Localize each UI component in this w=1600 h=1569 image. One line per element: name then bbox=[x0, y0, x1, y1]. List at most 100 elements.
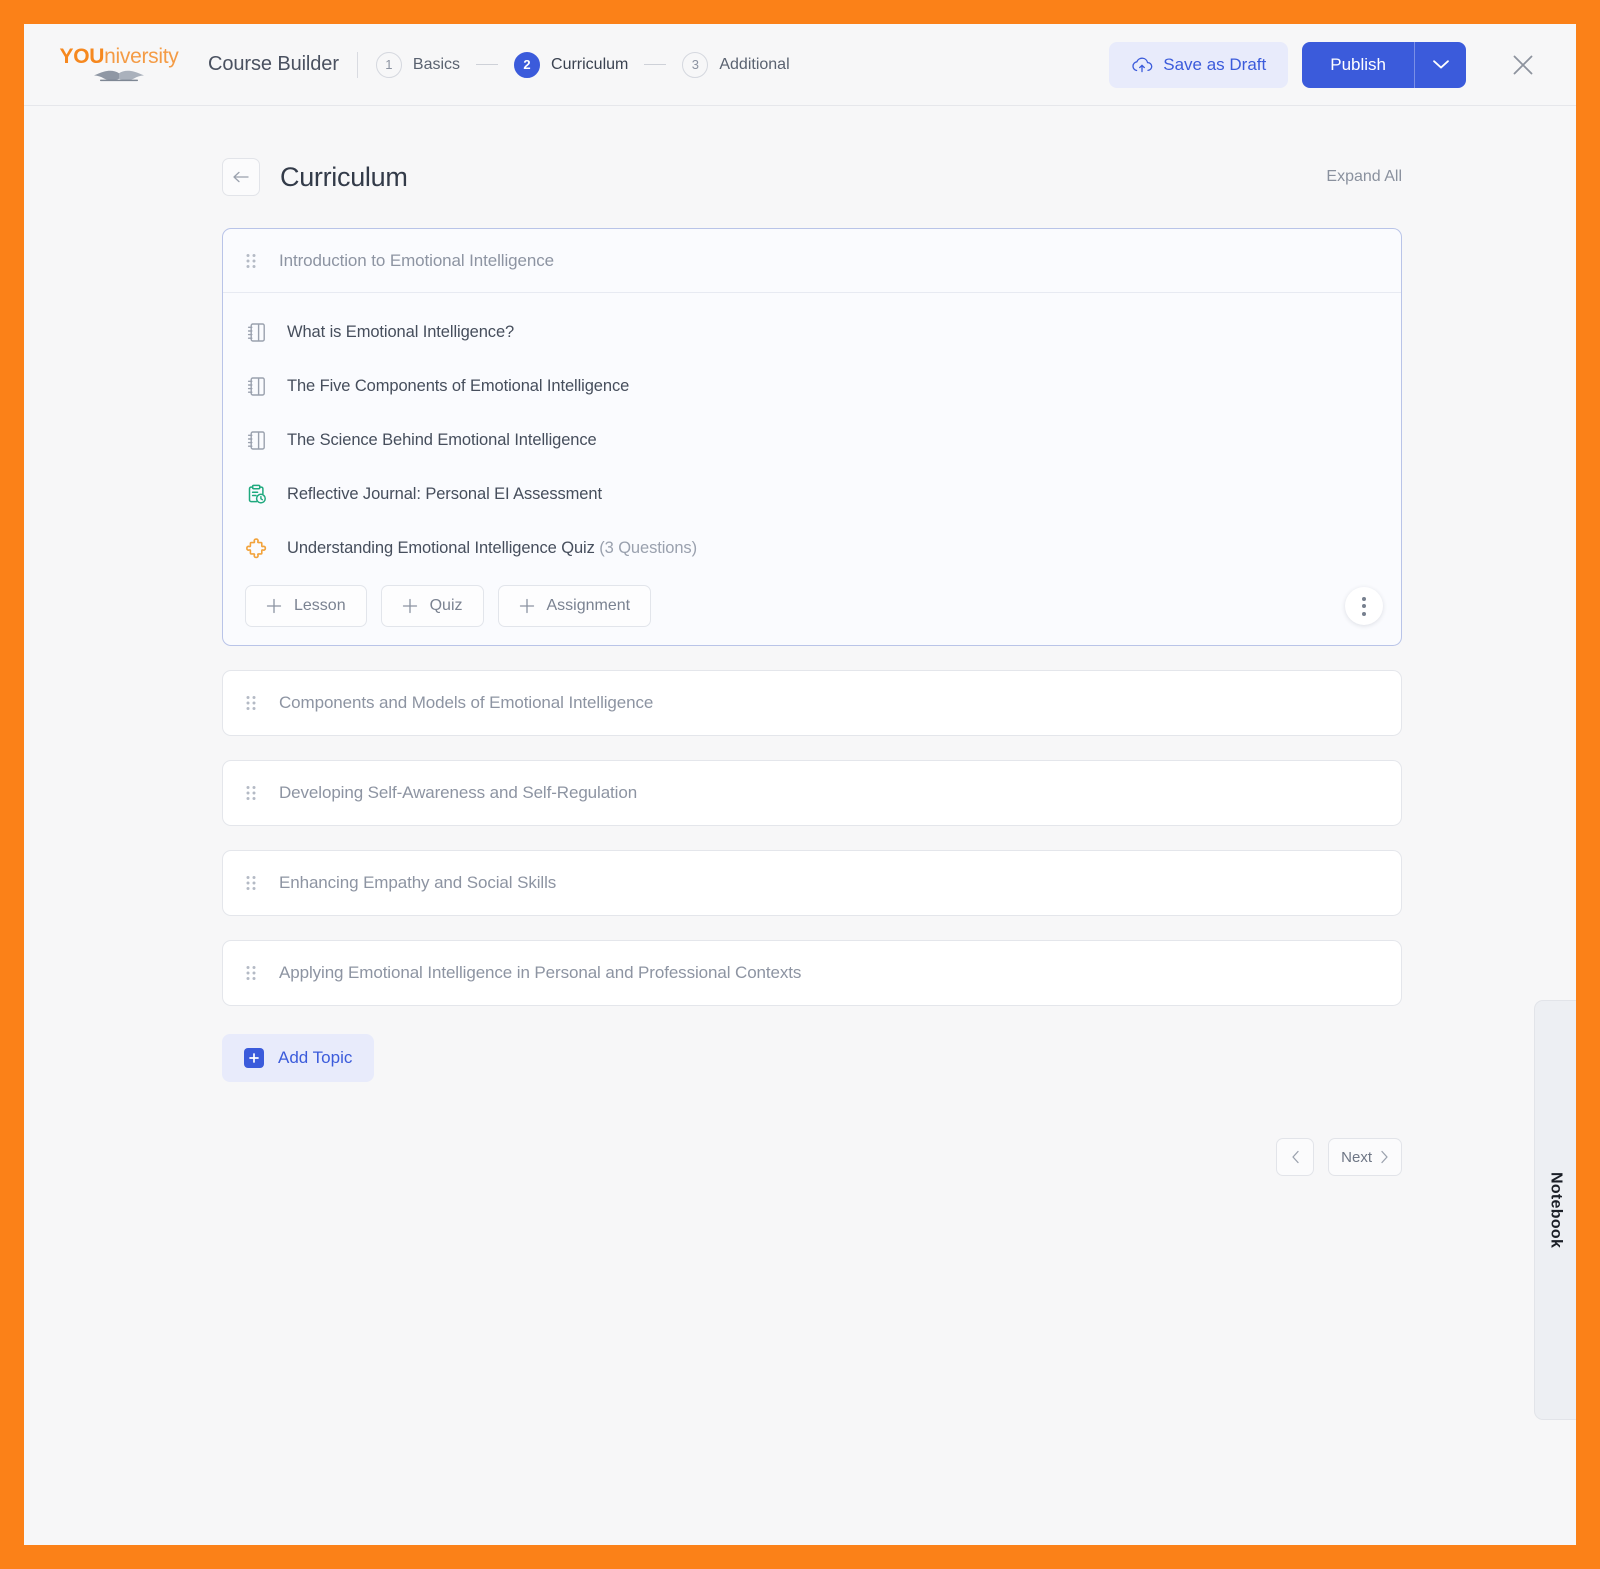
more-vertical-icon bbox=[1362, 596, 1366, 601]
chevron-down-icon bbox=[1432, 60, 1449, 69]
plus-icon bbox=[266, 598, 282, 614]
publish-dropdown-button[interactable] bbox=[1414, 41, 1466, 88]
topic-title: Introduction to Emotional Intelligence bbox=[279, 250, 554, 270]
publish-button[interactable]: Publish bbox=[1302, 42, 1414, 88]
curriculum-item[interactable]: Reflective Journal: Personal EI Assessme… bbox=[245, 477, 1379, 511]
drag-handle-icon[interactable] bbox=[245, 962, 263, 984]
topic-card[interactable]: Enhancing Empathy and Social Skills bbox=[222, 850, 1402, 916]
chevron-left-icon bbox=[1292, 1150, 1299, 1164]
step-basics-number: 1 bbox=[375, 51, 402, 78]
logo-text-rest: niversity bbox=[104, 45, 179, 68]
grip-dots-icon bbox=[246, 786, 256, 800]
next-page-button[interactable]: Next bbox=[1328, 1138, 1402, 1176]
logo[interactable]: YOUniversity bbox=[58, 46, 180, 83]
plus-icon bbox=[519, 598, 534, 614]
cloud-upload-icon bbox=[1132, 57, 1153, 72]
curriculum-item-label: Understanding Emotional Intelligence Qui… bbox=[287, 539, 697, 558]
add-topic-button[interactable]: Add Topic bbox=[222, 1034, 375, 1082]
step-indicator: 1 Basics 2 Curriculum 3 Additional bbox=[375, 51, 790, 78]
drag-handle-icon[interactable] bbox=[245, 692, 263, 714]
step-additional-label: Additional bbox=[719, 55, 790, 73]
add-lesson-button[interactable]: Lesson bbox=[245, 585, 367, 627]
drag-handle-icon[interactable] bbox=[245, 250, 263, 272]
curriculum-item-label: What is Emotional Intelligence? bbox=[287, 322, 515, 341]
logo-text-bold: YOU bbox=[59, 45, 105, 68]
add-assignment-label: Assignment bbox=[546, 597, 631, 614]
topic-card[interactable]: Applying Emotional Intelligence in Perso… bbox=[222, 940, 1402, 1006]
plus-icon bbox=[402, 598, 417, 614]
more-vertical-icon bbox=[1362, 604, 1366, 608]
step-additional-number: 3 bbox=[682, 51, 709, 78]
drag-handle-icon[interactable] bbox=[245, 872, 263, 894]
curriculum-item[interactable]: Understanding Emotional Intelligence Qui… bbox=[245, 531, 1379, 565]
page-title: Curriculum bbox=[280, 161, 408, 192]
topic-card: Introduction to Emotional Intelligence W… bbox=[222, 228, 1402, 646]
body: Curriculum Expand All Introduction to Em… bbox=[24, 106, 1576, 1545]
step-additional[interactable]: 3 Additional bbox=[682, 51, 790, 78]
curriculum-item-label: The Five Components of Emotional Intelli… bbox=[287, 376, 630, 395]
add-assignment-button[interactable]: Assignment bbox=[497, 585, 652, 627]
step-separator bbox=[476, 64, 499, 65]
topic-header[interactable]: Enhancing Empathy and Social Skills bbox=[223, 851, 1401, 915]
topic-title: Applying Emotional Intelligence in Perso… bbox=[279, 963, 802, 982]
add-topic-label: Add Topic bbox=[278, 1048, 353, 1067]
notebook-label: Notebook bbox=[1547, 1171, 1565, 1249]
assignment-clipboard-icon bbox=[245, 483, 267, 505]
pagination: Next bbox=[222, 1138, 1402, 1176]
curriculum-item[interactable]: The Science Behind Emotional Intelligenc… bbox=[245, 423, 1379, 457]
step-basics-label: Basics bbox=[412, 55, 461, 73]
save-as-draft-button[interactable]: Save as Draft bbox=[1109, 41, 1289, 88]
grip-dots-icon bbox=[246, 696, 256, 710]
curriculum-item-title: Understanding Emotional Intelligence Qui… bbox=[287, 538, 595, 557]
publish-button-group: Publish bbox=[1302, 41, 1466, 88]
topic-header[interactable]: Introduction to Emotional Intelligence bbox=[223, 229, 1401, 293]
back-button[interactable] bbox=[222, 158, 260, 196]
close-icon bbox=[1513, 55, 1533, 74]
grip-dots-icon bbox=[246, 253, 256, 268]
step-curriculum-label: Curriculum bbox=[551, 55, 629, 73]
save-as-draft-label: Save as Draft bbox=[1163, 54, 1267, 74]
plus-square-icon bbox=[244, 1048, 264, 1068]
step-basics[interactable]: 1 Basics bbox=[375, 51, 461, 78]
topic-header[interactable]: Applying Emotional Intelligence in Perso… bbox=[223, 941, 1401, 1005]
lesson-book-icon bbox=[245, 429, 267, 451]
curriculum-item[interactable]: What is Emotional Intelligence? bbox=[245, 315, 1379, 349]
curriculum-item-meta: (3 Questions) bbox=[599, 538, 697, 557]
curriculum-item-label: Reflective Journal: Personal EI Assessme… bbox=[287, 484, 602, 503]
expand-all-button[interactable]: Expand All bbox=[1326, 168, 1402, 186]
next-page-label: Next bbox=[1341, 1148, 1372, 1166]
step-curriculum-number: 2 bbox=[514, 51, 541, 78]
grip-dots-icon bbox=[246, 966, 256, 980]
main-content: Curriculum Expand All Introduction to Em… bbox=[24, 106, 1576, 1545]
topic-card[interactable]: Components and Models of Emotional Intel… bbox=[222, 670, 1402, 736]
top-bar: YOUniversity Course Builder 1 Basics 2 C… bbox=[24, 24, 1576, 106]
drag-handle-icon[interactable] bbox=[245, 782, 263, 804]
previous-page-button[interactable] bbox=[1276, 1138, 1315, 1176]
topic-header[interactable]: Components and Models of Emotional Intel… bbox=[223, 671, 1401, 735]
add-content-row: Lesson Quiz Assignment bbox=[245, 585, 1379, 627]
more-vertical-icon bbox=[1362, 611, 1366, 616]
quiz-puzzle-icon bbox=[245, 537, 267, 559]
topic-body: What is Emotional Intelligence? The Five… bbox=[223, 293, 1401, 645]
topic-more-options-button[interactable] bbox=[1345, 587, 1383, 625]
topic-card[interactable]: Developing Self-Awareness and Self-Regul… bbox=[222, 760, 1402, 826]
topic-title: Enhancing Empathy and Social Skills bbox=[279, 873, 557, 892]
page-header: Curriculum Expand All bbox=[222, 158, 1402, 196]
step-separator bbox=[644, 64, 667, 65]
notebook-panel-tab[interactable]: Notebook bbox=[1534, 1000, 1576, 1420]
add-quiz-button[interactable]: Quiz bbox=[380, 585, 484, 627]
lesson-book-icon bbox=[245, 321, 267, 343]
curriculum-item[interactable]: The Five Components of Emotional Intelli… bbox=[245, 369, 1379, 403]
close-button[interactable] bbox=[1506, 48, 1540, 82]
topic-header[interactable]: Developing Self-Awareness and Self-Regul… bbox=[223, 761, 1401, 825]
topic-title: Components and Models of Emotional Intel… bbox=[279, 693, 654, 712]
add-lesson-label: Lesson bbox=[294, 597, 346, 614]
content-column: Curriculum Expand All Introduction to Em… bbox=[222, 158, 1402, 1176]
chevron-right-icon bbox=[1381, 1150, 1388, 1164]
page-breadcrumb-title: Course Builder bbox=[208, 53, 339, 75]
add-quiz-label: Quiz bbox=[429, 597, 463, 614]
app-window: YOUniversity Course Builder 1 Basics 2 C… bbox=[24, 24, 1576, 1545]
topic-title: Developing Self-Awareness and Self-Regul… bbox=[279, 783, 638, 802]
grip-dots-icon bbox=[246, 876, 256, 890]
step-curriculum[interactable]: 2 Curriculum bbox=[514, 51, 629, 78]
